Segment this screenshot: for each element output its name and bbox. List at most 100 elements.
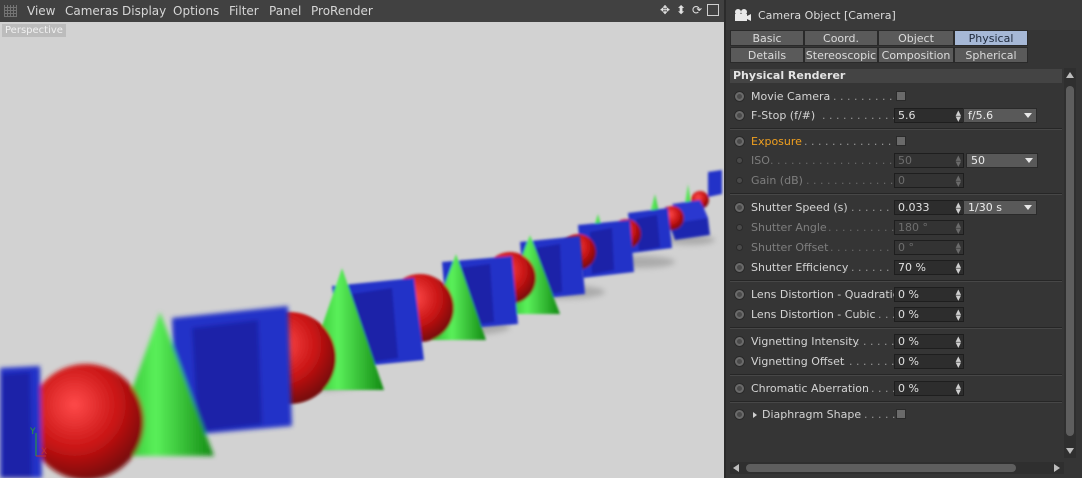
gain-input[interactable]: 0 ▲ ▼ <box>894 173 964 188</box>
animate-radio[interactable] <box>734 289 745 300</box>
rotate-icon[interactable]: ⟳ <box>690 2 704 18</box>
move-icon[interactable]: ✥ <box>658 2 672 18</box>
exposure-checkbox[interactable] <box>896 136 906 146</box>
scroll-left-icon[interactable] <box>733 464 739 472</box>
shutter-speed-input[interactable]: 0.033 ▲ ▼ <box>894 200 964 215</box>
menu-panel[interactable]: Panel <box>269 4 301 18</box>
dot-leader: . . . . . . . . . . . <box>830 241 904 254</box>
param-movie-camera: Movie Camera . . . . . . . . . . . <box>730 88 1062 107</box>
tab-composition[interactable]: Composition <box>878 47 954 63</box>
param-shutter-speed: Shutter Speed (s) . . . . . . . . . 0.03… <box>730 199 1062 218</box>
horizontal-scrollbar[interactable] <box>730 462 1064 474</box>
animate-radio[interactable] <box>736 244 743 251</box>
lens-quadratic-input[interactable]: 0 % ▲ ▼ <box>894 287 964 302</box>
param-label: Shutter Angle <box>751 221 827 234</box>
expand-triangle-icon[interactable] <box>753 412 757 418</box>
animate-radio[interactable] <box>734 91 745 102</box>
zoom-icon[interactable]: ⬍ <box>674 2 688 18</box>
separator <box>730 374 1062 376</box>
tab-physical[interactable]: Physical <box>954 30 1028 46</box>
spinner-arrows-icon[interactable]: ▲ ▼ <box>956 155 961 168</box>
animate-radio[interactable] <box>736 157 743 164</box>
shutter-offset-input[interactable]: 0 ° ▲ ▼ <box>894 240 964 255</box>
shutter-speed-preset-select[interactable]: 1/30 s <box>963 200 1037 215</box>
animate-radio[interactable] <box>734 409 745 420</box>
animate-radio[interactable] <box>734 383 745 394</box>
tab-basic[interactable]: Basic <box>730 30 804 46</box>
tab-coord[interactable]: Coord. <box>804 30 878 46</box>
tab-spherical[interactable]: Spherical <box>954 47 1028 63</box>
spinner-arrows-icon[interactable]: ▲ ▼ <box>956 383 961 396</box>
param-label: Movie Camera <box>751 90 831 103</box>
spinner-arrows-icon[interactable]: ▲ ▼ <box>956 110 961 123</box>
shutter-efficiency-input[interactable]: 70 % ▲ ▼ <box>894 260 964 275</box>
panel-grip-icon[interactable] <box>4 5 17 17</box>
movie-camera-checkbox[interactable] <box>896 91 906 101</box>
spinner-arrows-icon[interactable]: ▲ ▼ <box>956 262 961 275</box>
shutter-angle-input[interactable]: 180 ° ▲ ▼ <box>894 220 964 235</box>
spinner-arrows-icon[interactable]: ▲ ▼ <box>956 242 961 255</box>
lens-cubic-input[interactable]: 0 % ▲ ▼ <box>894 307 964 322</box>
fstop-input[interactable]: 5.6 ▲ ▼ <box>894 108 964 123</box>
menu-view[interactable]: View <box>27 4 55 18</box>
tab-object[interactable]: Object <box>878 30 954 46</box>
animate-radio[interactable] <box>734 336 745 347</box>
dot-leader: . . . . . . . . . . . . <box>822 109 903 122</box>
param-shutter-angle: Shutter Angle . . . . . . . . . . . 180 … <box>730 219 1062 238</box>
iso-input[interactable]: 50 ▲ ▼ <box>894 153 964 168</box>
horizontal-scroll-thumb[interactable] <box>746 464 1016 472</box>
animate-radio[interactable] <box>736 177 743 184</box>
separator <box>730 327 1062 329</box>
tab-details[interactable]: Details <box>730 47 804 63</box>
spinner-arrows-icon[interactable]: ▲ ▼ <box>956 356 961 369</box>
menu-prorender[interactable]: ProRender <box>311 4 373 18</box>
param-label: Vignetting Offset <box>751 355 845 368</box>
camera-icon[interactable] <box>734 8 752 22</box>
spinner-arrows-icon[interactable]: ▲ ▼ <box>956 175 961 188</box>
viewport-label[interactable]: Perspective <box>2 24 66 37</box>
viewport-menubar: View Cameras Display Options Filter Pane… <box>0 0 724 23</box>
animate-radio[interactable] <box>734 110 745 121</box>
animate-radio[interactable] <box>734 262 745 273</box>
param-label: Gain (dB) <box>751 174 803 187</box>
menu-filter[interactable]: Filter <box>229 4 259 18</box>
param-label: Shutter Speed (s) <box>751 201 848 214</box>
iso-preset-select[interactable]: 50 <box>966 153 1038 168</box>
animate-radio[interactable] <box>734 202 745 213</box>
chevron-down-icon <box>1024 113 1032 118</box>
param-label: Shutter Efficiency <box>751 261 849 274</box>
param-label: F-Stop (f/#) <box>751 109 816 122</box>
scroll-right-icon[interactable] <box>1054 464 1060 472</box>
dot-leader: . . . . . . <box>857 408 896 421</box>
chevron-down-icon <box>1025 158 1033 163</box>
menu-options[interactable]: Options <box>173 4 219 18</box>
scroll-up-icon[interactable] <box>1066 72 1074 78</box>
animate-radio[interactable] <box>734 136 745 147</box>
spinner-arrows-icon[interactable]: ▲ ▼ <box>956 309 961 322</box>
diaphragm-shape-checkbox[interactable] <box>896 409 906 419</box>
animate-radio[interactable] <box>736 224 743 231</box>
spinner-arrows-icon[interactable]: ▲ ▼ <box>956 222 961 235</box>
fstop-preset-select[interactable]: f/5.6 <box>963 108 1037 123</box>
vertical-scroll-thumb[interactable] <box>1066 86 1074 436</box>
chromatic-aberration-input[interactable]: 0 % ▲ ▼ <box>894 381 964 396</box>
dot-leader: . . . . . . . . . . . . . . <box>806 174 901 187</box>
spinner-arrows-icon[interactable]: ▲ ▼ <box>956 289 961 302</box>
menu-display[interactable]: Display <box>122 4 166 18</box>
spinner-arrows-icon[interactable]: ▲ ▼ <box>956 202 961 215</box>
animate-radio[interactable] <box>734 356 745 367</box>
vertical-scrollbar[interactable] <box>1064 68 1076 458</box>
viewport-scene[interactable] <box>0 22 724 478</box>
tab-stereoscopic[interactable]: Stereoscopic <box>804 47 878 63</box>
vignetting-intensity-input[interactable]: 0 % ▲ ▼ <box>894 334 964 349</box>
maximize-icon[interactable] <box>707 4 719 16</box>
scroll-down-icon[interactable] <box>1066 448 1074 454</box>
spinner-arrows-icon[interactable]: ▲ ▼ <box>956 336 961 349</box>
dot-leader: . . . . . . . . . . . . . . . . . . . . … <box>770 154 914 167</box>
vignetting-offset-input[interactable]: 0 % ▲ ▼ <box>894 354 964 369</box>
viewport[interactable]: View Cameras Display Options Filter Pane… <box>0 0 724 478</box>
dot-leader: . . . . . . . . . . . <box>826 90 900 103</box>
param-label: Lens Distortion - Quadratic <box>751 288 899 301</box>
animate-radio[interactable] <box>734 309 745 320</box>
menu-cameras[interactable]: Cameras <box>65 4 118 18</box>
